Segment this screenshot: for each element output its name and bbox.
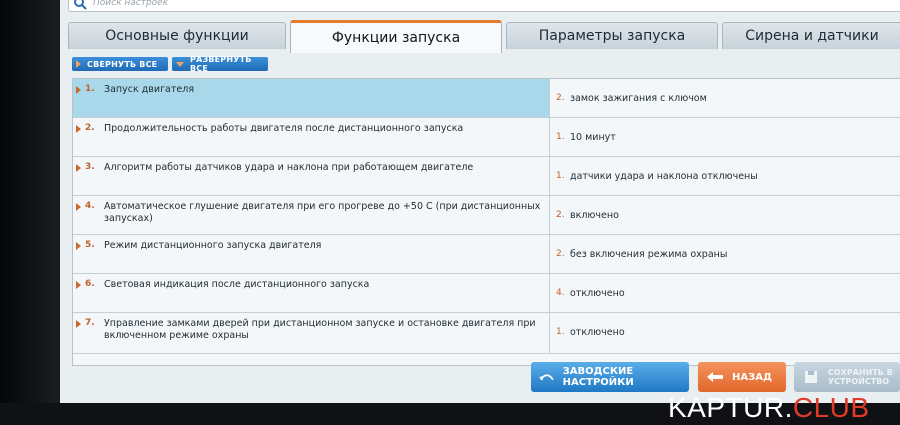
back-label: НАЗАД [732, 371, 772, 383]
expand-arrow-icon [76, 320, 81, 328]
setting-value-cell[interactable]: 4. отключено [550, 274, 900, 312]
save-label: СОХРАНИТЬ В УСТРОЙСТВО [828, 368, 893, 386]
setting-number: 1. [85, 84, 95, 94]
watermark-main: KAPTUR. [668, 392, 793, 423]
setting-label: Алгоритм работы датчиков удара и наклона… [104, 162, 474, 173]
setting-label: Управление замками дверей при дистанцион… [104, 318, 536, 341]
expand-arrow-icon [76, 281, 81, 289]
table-row[interactable]: 6. Световая индикация после дистанционно… [73, 274, 900, 313]
setting-name-cell: 6. Световая индикация после дистанционно… [73, 274, 550, 312]
expand-arrow-icon [76, 164, 81, 172]
value-label: замок зажигания с ключом [570, 93, 707, 104]
table-row[interactable]: 7. Управление замками дверей при дистанц… [73, 313, 900, 354]
tab-basic-functions[interactable]: Основные функции [68, 22, 286, 49]
value-label: 10 минут [570, 132, 616, 143]
setting-label: Запуск двигателя [104, 84, 195, 95]
setting-name-cell: 3. Алгоритм работы датчиков удара и накл… [73, 157, 550, 195]
monitor-bezel [0, 0, 60, 425]
setting-value-cell[interactable]: 2. без включения режима охраны [550, 235, 900, 273]
settings-table: 1. Запуск двигателя 2. замок зажигания с… [72, 78, 900, 366]
expand-arrow-icon [76, 242, 81, 250]
value-label: датчики удара и наклона отключены [570, 171, 758, 182]
setting-value-cell[interactable]: 2. замок зажигания с ключом [550, 79, 900, 117]
setting-value-cell[interactable]: 1. датчики удара и наклона отключены [550, 157, 900, 195]
search-placeholder: Поиск настроек [93, 0, 169, 8]
tab-start-parameters[interactable]: Параметры запуска [506, 22, 718, 49]
tab-bar: Основные функции Функции запуска Парамет… [68, 20, 900, 53]
table-row[interactable]: 5. Режим дистанционного запуска двигател… [73, 235, 900, 274]
setting-label: Режим дистанционного запуска двигателя [104, 240, 322, 251]
table-row[interactable]: 1. Запуск двигателя 2. замок зажигания с… [73, 79, 900, 118]
setting-number: 4. [85, 201, 95, 211]
chevron-down-icon [176, 61, 184, 67]
chevron-right-icon [76, 60, 81, 68]
setting-value-cell[interactable]: 1. 10 минут [550, 118, 900, 156]
value-label: без включения режима охраны [570, 249, 728, 260]
value-number: 2. [556, 249, 565, 259]
table-row[interactable]: 2. Продолжительность работы двигателя по… [73, 118, 900, 157]
value-label: отключено [570, 288, 625, 299]
expand-arrow-icon [76, 86, 81, 94]
arrow-left-icon [707, 372, 723, 382]
back-button[interactable]: НАЗАД [698, 362, 786, 392]
setting-number: 6. [85, 279, 95, 289]
setting-name-cell: 4. Автоматическое глушение двигателя при… [73, 196, 550, 234]
setting-name-cell: 7. Управление замками дверей при дистанц… [73, 313, 550, 353]
value-label: отключено [570, 327, 625, 338]
factory-settings-label: ЗАВОДСКИЕ НАСТРОЙКИ [562, 366, 634, 388]
setting-number: 2. [85, 123, 95, 133]
value-number: 1. [556, 132, 565, 142]
setting-label: Продолжительность работы двигателя после… [104, 123, 464, 134]
save-icon [805, 371, 817, 383]
collapse-all-button[interactable]: СВЕРНУТЬ ВСЕ [72, 57, 168, 71]
setting-value-cell[interactable]: 2. включено [550, 196, 900, 234]
expand-all-label: РАЗВЕРНУТЬ ВСЕ [190, 55, 252, 73]
setting-label: Автоматическое глушение двигателя при ег… [104, 201, 541, 224]
save-to-device-button[interactable]: СОХРАНИТЬ В УСТРОЙСТВО [794, 362, 900, 392]
value-label: включено [570, 210, 619, 221]
expand-arrow-icon [76, 203, 81, 211]
factory-settings-button[interactable]: ЗАВОДСКИЕ НАСТРОЙКИ [531, 362, 689, 392]
value-number: 2. [556, 93, 565, 103]
expand-all-button[interactable]: РАЗВЕРНУТЬ ВСЕ [172, 55, 268, 73]
value-number: 2. [556, 210, 565, 220]
setting-label: Световая индикация после дистанционного … [104, 279, 370, 290]
watermark-club: CLUB [792, 392, 870, 423]
search-field[interactable]: Поиск настроек [68, 0, 900, 12]
search-icon [74, 0, 87, 10]
setting-number: 7. [85, 318, 95, 328]
setting-value-cell[interactable]: 1. отключено [550, 313, 900, 353]
site-watermark: KAPTUR.CLUB [668, 392, 870, 424]
setting-name-cell: 1. Запуск двигателя [73, 79, 550, 117]
value-number: 1. [556, 171, 565, 181]
table-row[interactable]: 3. Алгоритм работы датчиков удара и накл… [73, 157, 900, 196]
collapse-all-label: СВЕРНУТЬ ВСЕ [87, 59, 158, 69]
setting-number: 3. [85, 162, 95, 172]
tab-siren-sensors[interactable]: Сирена и датчики [722, 22, 900, 49]
setting-number: 5. [85, 240, 95, 250]
value-number: 4. [556, 288, 565, 298]
undo-arrow-icon [539, 374, 554, 381]
setting-name-cell: 2. Продолжительность работы двигателя по… [73, 118, 550, 156]
table-row[interactable]: 4. Автоматическое глушение двигателя при… [73, 196, 900, 235]
value-number: 1. [556, 327, 565, 337]
setting-name-cell: 5. Режим дистанционного запуска двигател… [73, 235, 550, 273]
tab-start-functions[interactable]: Функции запуска [290, 20, 502, 53]
expand-arrow-icon [76, 125, 81, 133]
